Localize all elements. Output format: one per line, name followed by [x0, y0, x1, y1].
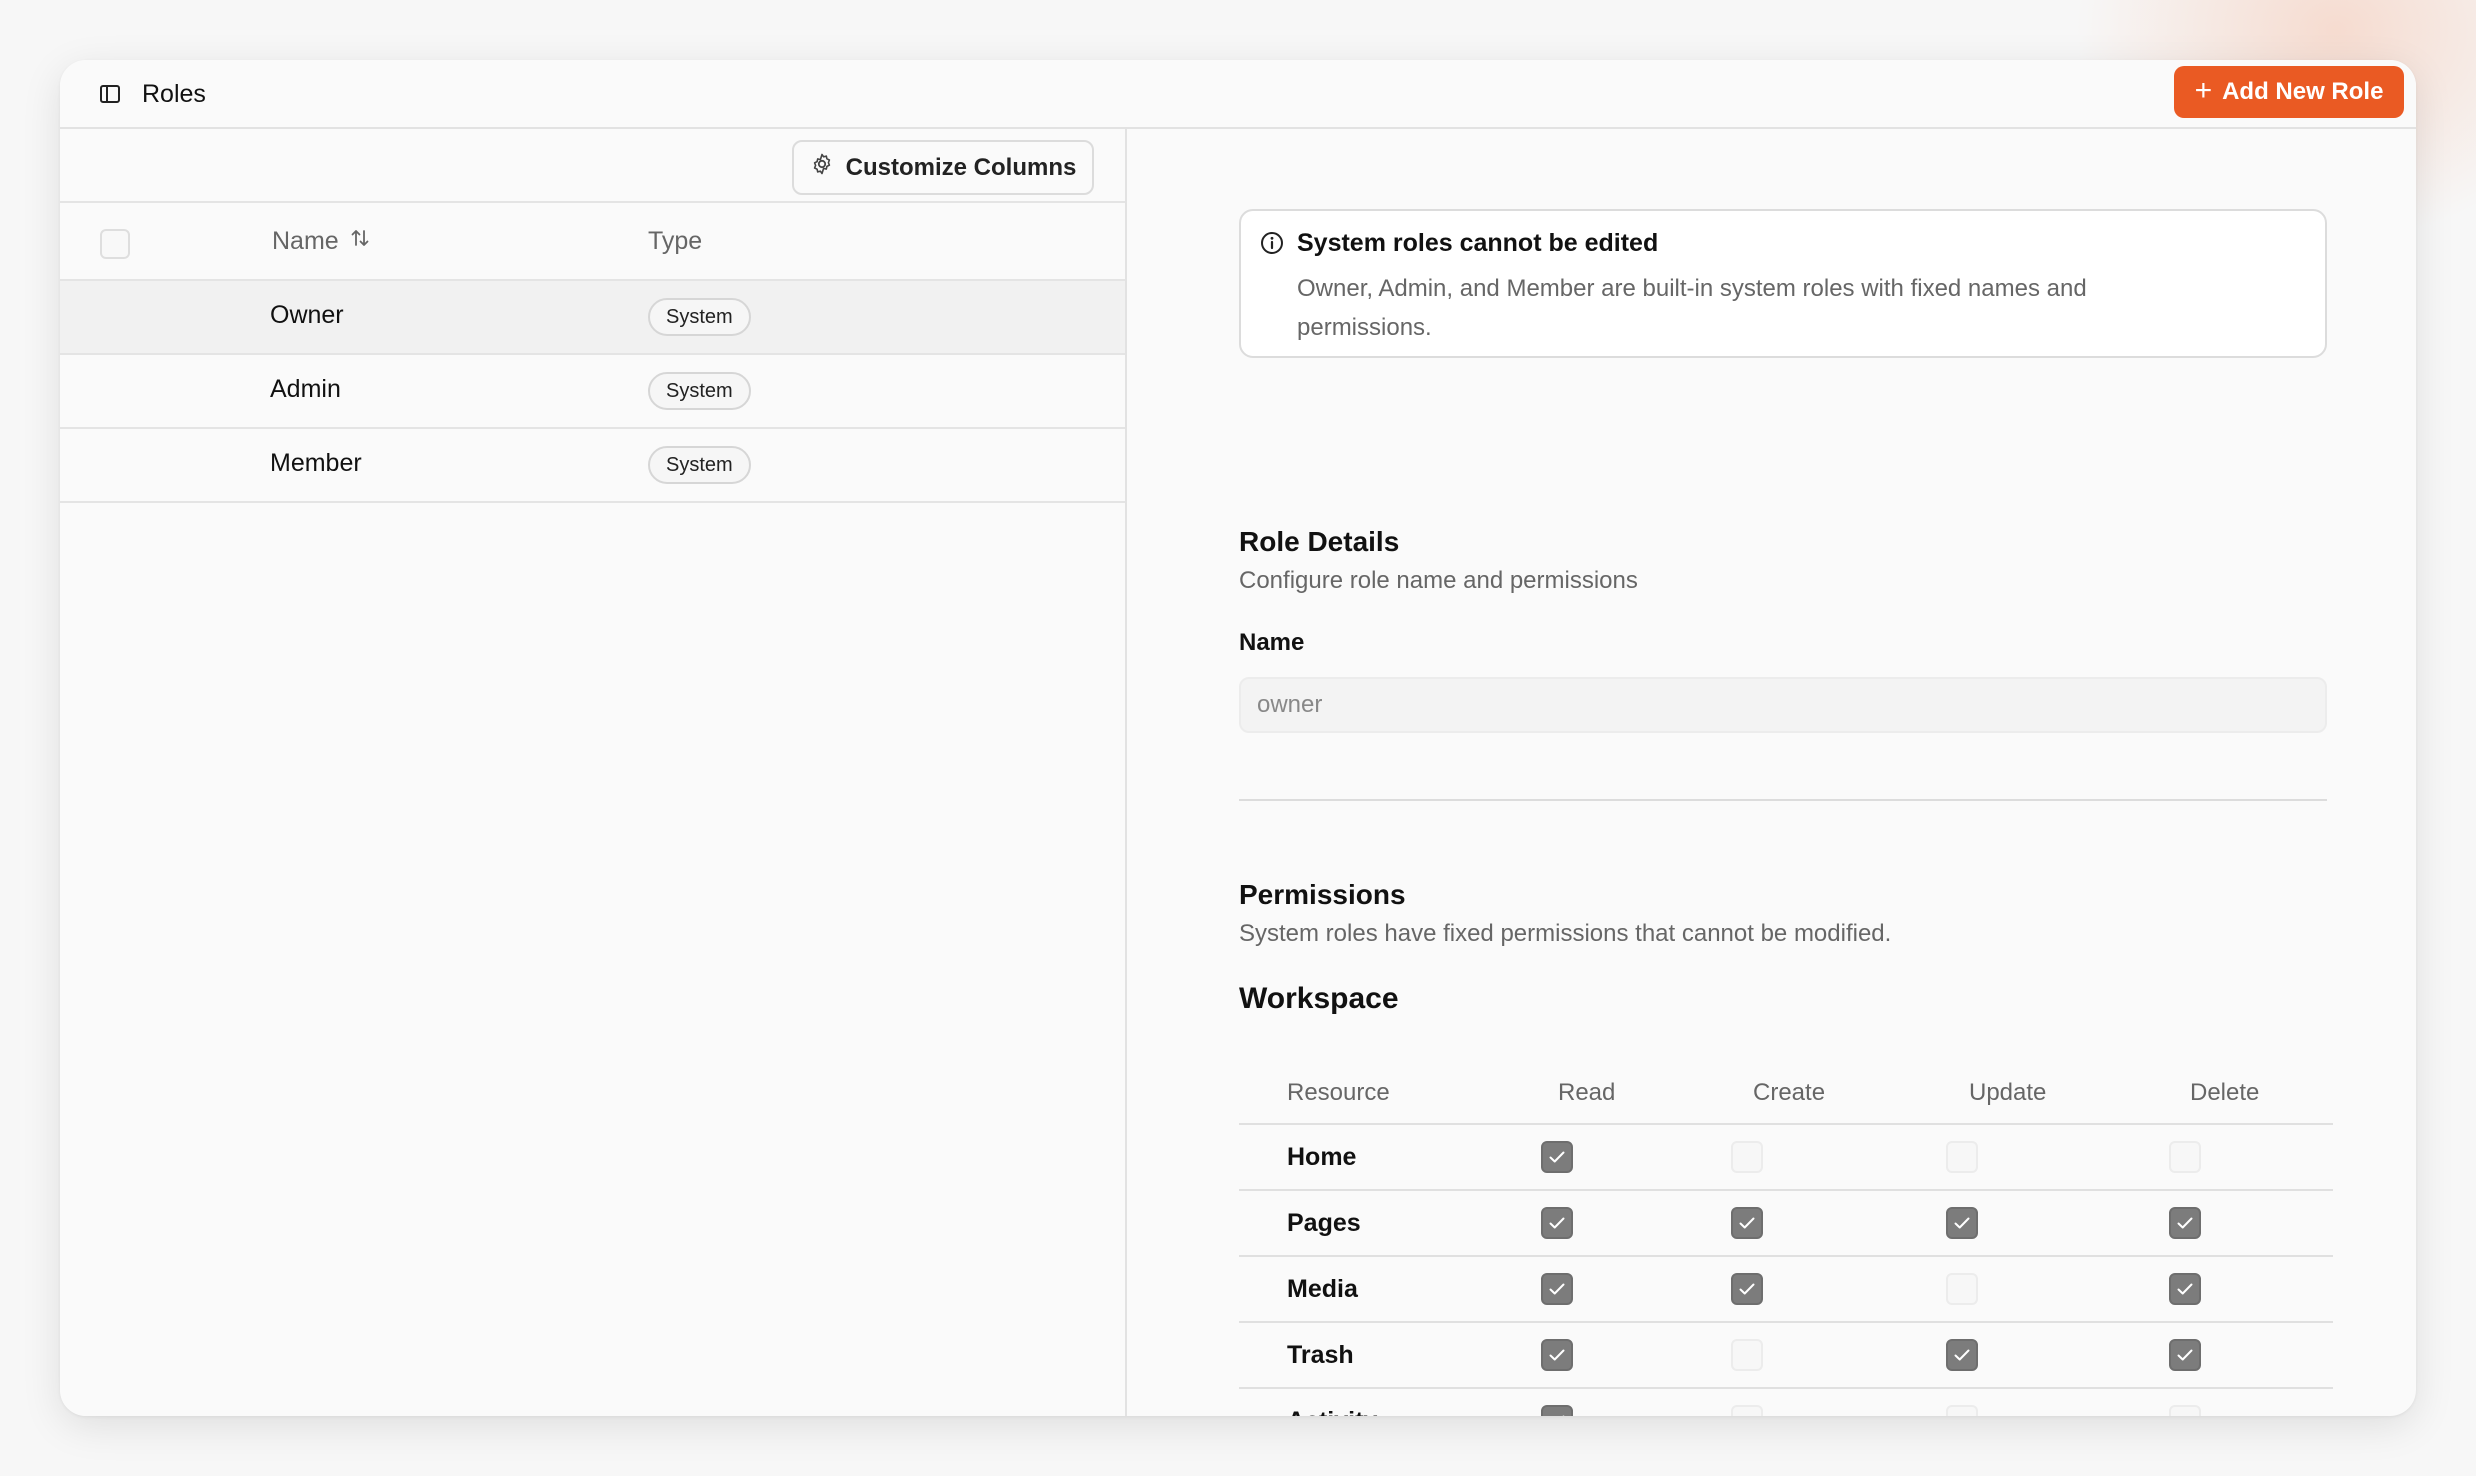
update-permission-checkbox[interactable] — [1946, 1273, 1978, 1305]
role-details-title: Role Details — [1239, 526, 1400, 557]
update-permission-checkbox[interactable] — [1946, 1405, 1978, 1416]
customize-columns-label: Customize Columns — [845, 153, 1077, 181]
table-row[interactable]: Member System — [60, 429, 1125, 503]
section-divider — [1239, 799, 2327, 801]
system-role-alert: System roles cannot be edited Owner, Adm… — [1239, 209, 2327, 358]
resource-name: Pages — [1287, 1209, 1361, 1237]
permission-row: Pages — [1239, 1191, 2333, 1257]
name-column-label: Name — [272, 227, 339, 255]
resource-name: Activity — [1287, 1407, 1377, 1416]
select-all-checkbox[interactable] — [100, 229, 130, 259]
gear-icon — [810, 152, 834, 183]
role-details-subtitle: Configure role name and permissions — [1239, 567, 1638, 594]
create-permission-checkbox[interactable] — [1731, 1273, 1763, 1305]
read-permission-checkbox[interactable] — [1541, 1141, 1573, 1173]
page-title: Roles — [142, 80, 206, 108]
resource-name: Media — [1287, 1275, 1358, 1303]
name-column-header[interactable]: Name — [272, 227, 371, 256]
name-field-label: Name — [1239, 629, 1305, 656]
delete-permission-checkbox[interactable] — [2169, 1141, 2201, 1173]
sidebar-toggle-icon[interactable] — [98, 82, 122, 106]
type-badge: System — [648, 446, 751, 484]
permission-row: Media — [1239, 1257, 2333, 1323]
update-column-header: Update — [1969, 1079, 2047, 1106]
resource-name: Home — [1287, 1143, 1357, 1171]
role-name: Admin — [270, 375, 341, 403]
permissions-subtitle: System roles have fixed permissions that… — [1239, 920, 1892, 947]
add-new-role-label: Add New Role — [2222, 78, 2384, 105]
table-row[interactable]: Owner System — [60, 281, 1125, 355]
info-icon — [1259, 230, 1285, 256]
roles-table-header: Name Type — [60, 201, 1125, 281]
create-permission-checkbox[interactable] — [1731, 1339, 1763, 1371]
create-permission-checkbox[interactable] — [1731, 1405, 1763, 1416]
add-new-role-button[interactable]: + Add New Role — [2174, 66, 2404, 118]
delete-permission-checkbox[interactable] — [2169, 1339, 2201, 1371]
permissions-rows: Home Pages Media Trash Activity — [1239, 1125, 2333, 1416]
plus-icon: + — [2194, 74, 2213, 107]
role-name: Member — [270, 449, 362, 477]
permissions-table-header: Resource Read Create Update Delete — [1239, 1059, 2333, 1125]
update-permission-checkbox[interactable] — [1946, 1141, 1978, 1173]
alert-title: System roles cannot be edited — [1297, 229, 1659, 257]
create-permission-checkbox[interactable] — [1731, 1207, 1763, 1239]
resource-name: Trash — [1287, 1341, 1354, 1369]
read-column-header: Read — [1558, 1079, 1616, 1106]
workspace-group-title: Workspace — [1239, 982, 1399, 1015]
sort-icon[interactable] — [349, 227, 371, 256]
type-badge: System — [648, 298, 751, 336]
top-bar: Roles + Add New Role — [60, 60, 2416, 129]
update-permission-checkbox[interactable] — [1946, 1207, 1978, 1239]
create-column-header: Create — [1753, 1079, 1826, 1106]
permissions-table: Resource Read Create Update Delete Home P… — [1239, 1059, 2333, 1416]
permission-row: Trash — [1239, 1323, 2333, 1389]
table-row[interactable]: Admin System — [60, 355, 1125, 429]
create-permission-checkbox[interactable] — [1731, 1141, 1763, 1173]
alert-description: Owner, Admin, and Member are built-in sy… — [1297, 275, 2087, 341]
permissions-title: Permissions — [1239, 879, 1406, 910]
type-column-header: Type — [648, 227, 703, 255]
permission-row: Home — [1239, 1125, 2333, 1191]
update-permission-checkbox[interactable] — [1946, 1339, 1978, 1371]
delete-permission-checkbox[interactable] — [2169, 1405, 2201, 1416]
read-permission-checkbox[interactable] — [1541, 1207, 1573, 1239]
role-name: Owner — [270, 301, 344, 329]
read-permission-checkbox[interactable] — [1541, 1339, 1573, 1371]
read-permission-checkbox[interactable] — [1541, 1405, 1573, 1416]
delete-column-header: Delete — [2190, 1079, 2260, 1106]
type-badge: System — [648, 372, 751, 410]
customize-columns-button[interactable]: Customize Columns — [792, 140, 1094, 195]
delete-permission-checkbox[interactable] — [2169, 1207, 2201, 1239]
role-name-input[interactable] — [1239, 677, 2327, 733]
role-detail-panel: System roles cannot be edited Owner, Adm… — [1129, 129, 2416, 1416]
delete-permission-checkbox[interactable] — [2169, 1273, 2201, 1305]
app-window: Roles + Add New Role Customize Columns N… — [60, 60, 2416, 1416]
resource-column-header: Resource — [1287, 1079, 1390, 1106]
permission-row: Activity — [1239, 1389, 2333, 1416]
read-permission-checkbox[interactable] — [1541, 1273, 1573, 1305]
roles-list-panel: Customize Columns Name Type Owner System… — [60, 129, 1127, 1416]
